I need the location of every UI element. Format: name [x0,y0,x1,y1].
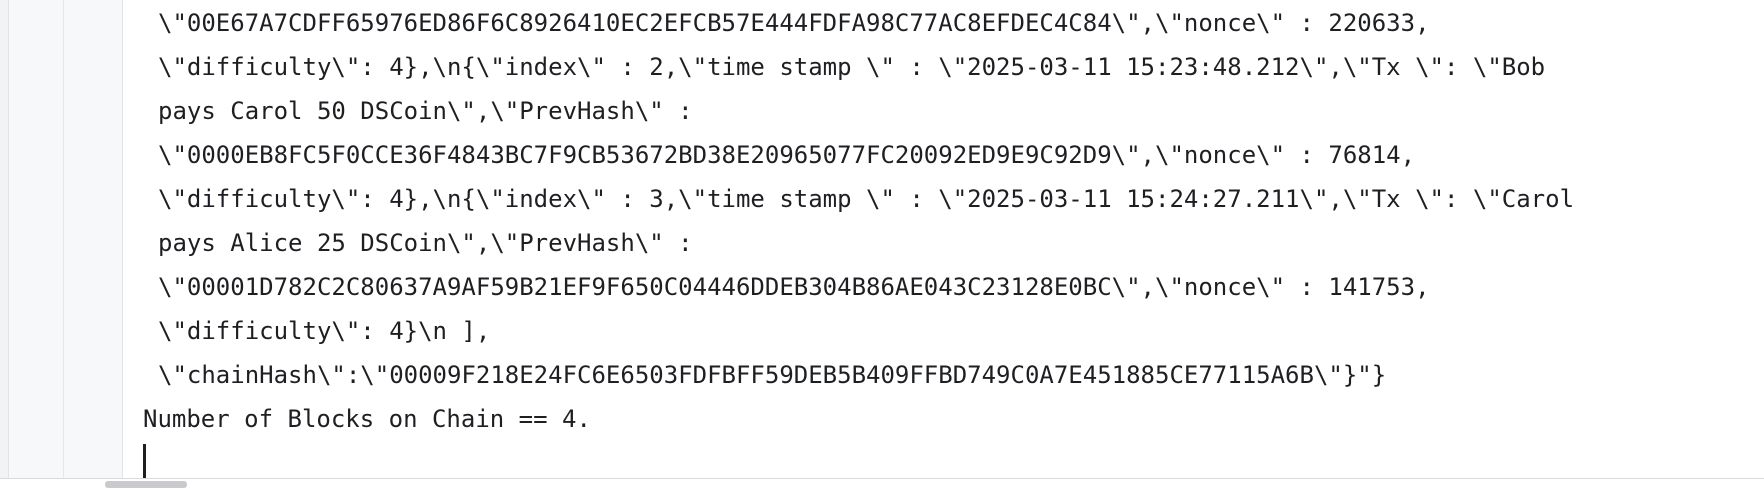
console-line: \"0000EB8FC5F0CCE36F4843BC7F9CB53672BD38… [158,141,1416,169]
scrollbar-thumb[interactable] [105,481,187,488]
console-fold-gutter [64,0,123,488]
text-caret [143,444,146,478]
console-line: \"chainHash\":\"00009F218E24FC6E6503FDFB… [158,361,1387,389]
run-console: \"00E67A7CDFF65976ED86F6C8926410EC2EFCB5… [0,0,1764,488]
window-edge [0,0,9,488]
console-line: pays Alice 25 DSCoin\",\"PrevHash\" : [158,229,693,257]
console-line: Number of Blocks on Chain == 4. [143,405,591,433]
console-toolbar-gutter [9,0,64,488]
console-line: \"00001D782C2C80637A9AF59B21EF9F650C0444… [158,273,1430,301]
console-line: \"difficulty\": 4},\n{\"index\" : 3,\"ti… [158,185,1575,213]
horizontal-scrollbar[interactable] [0,478,1764,488]
console-line: \"00E67A7CDFF65976ED86F6C8926410EC2EFCB5… [158,9,1430,37]
console-line: pays Carol 50 DSCoin\",\"PrevHash\" : [158,97,693,125]
console-line: \"difficulty\": 4},\n{\"index\" : 2,\"ti… [158,53,1546,81]
console-output[interactable]: \"00E67A7CDFF65976ED86F6C8926410EC2EFCB5… [123,0,1764,478]
console-line: \"difficulty\": 4}\n ], [158,317,491,345]
